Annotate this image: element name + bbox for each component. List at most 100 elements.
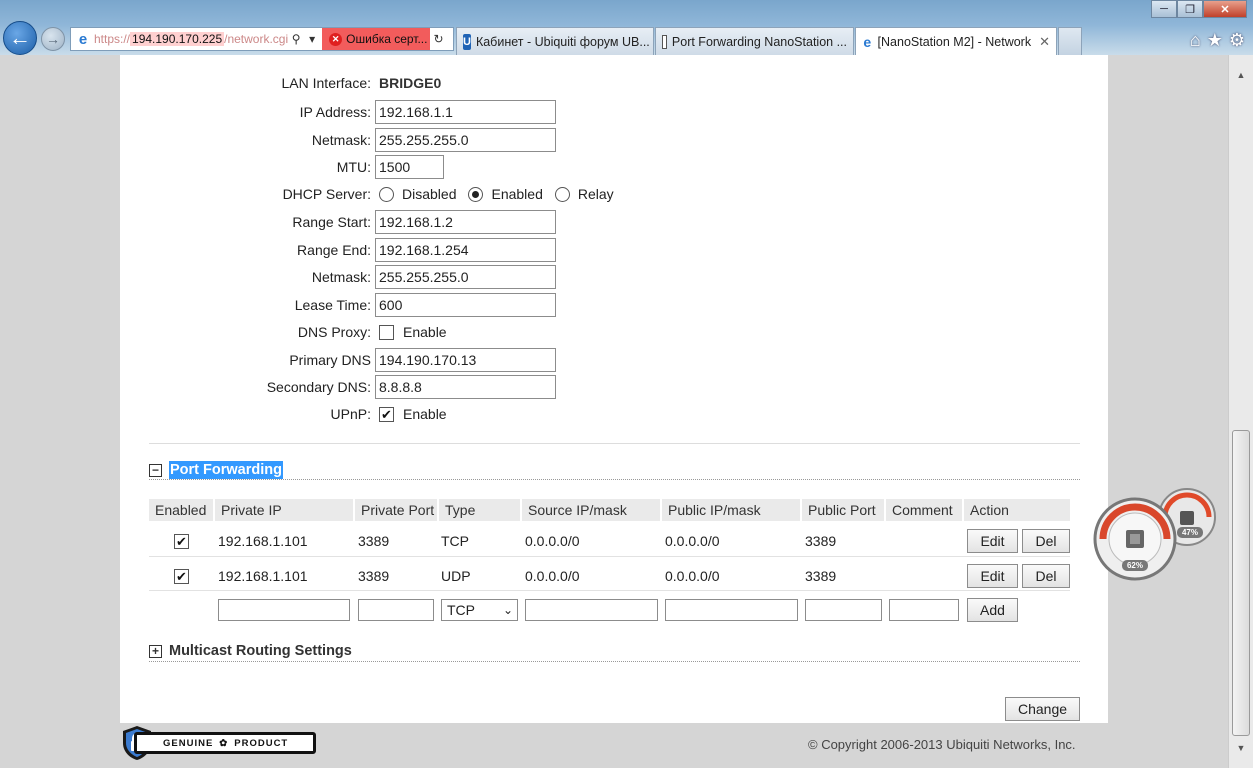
search-icon[interactable]: ⚲: [288, 32, 304, 46]
vertical-scrollbar[interactable]: ▲ ▼: [1228, 55, 1253, 768]
tab-nanostation-network[interactable]: e [NanoStation M2] - Network ✕: [855, 27, 1057, 55]
dhcp-enabled-label: Enabled: [491, 186, 543, 202]
scroll-up-icon[interactable]: ▲: [1233, 67, 1249, 83]
scroll-down-icon[interactable]: ▼: [1233, 740, 1249, 756]
dhcp-relay-radio[interactable]: [554, 186, 570, 202]
new-source-input[interactable]: [525, 599, 658, 621]
netmask-input[interactable]: 255.255.255.0: [375, 128, 556, 152]
table-cell-public-port: 3389: [805, 533, 837, 549]
range-end-input[interactable]: 192.168.1.254: [375, 238, 556, 262]
mtu-input[interactable]: 1500: [375, 155, 444, 179]
checkmark-icon: ✔: [176, 568, 187, 584]
table-cell-private-port: 3389: [358, 533, 390, 549]
row-divider: [149, 590, 1070, 591]
collapse-icon[interactable]: −: [149, 463, 162, 477]
primary-dns-row: Primary DNS 194.190.170.13: [120, 348, 556, 372]
section-divider: [149, 479, 1080, 480]
back-button[interactable]: ←: [3, 21, 37, 55]
address-bar[interactable]: e https:// 194.190.170.225 /network.cgi …: [70, 27, 454, 51]
ip-address-row: IP Address: 192.168.1.1: [120, 100, 556, 124]
column-header-private-port: Private Port: [355, 499, 437, 521]
new-comment-input[interactable]: [889, 599, 959, 621]
range-start-input[interactable]: 192.168.1.2: [375, 210, 556, 234]
dhcp-netmask-input[interactable]: 255.255.255.0: [375, 265, 556, 289]
ip-address-input[interactable]: 192.168.1.1: [375, 100, 556, 124]
section-divider: [149, 661, 1080, 662]
page-icon: [662, 34, 667, 49]
row-enabled-checkbox[interactable]: ✔: [174, 533, 189, 549]
range-end-row: Range End: 192.168.1.254: [120, 238, 556, 262]
edit-button[interactable]: Edit: [967, 564, 1018, 588]
secondary-dns-row: Secondary DNS: 8.8.8.8: [120, 375, 556, 399]
table-cell-private-ip: 192.168.1.101: [218, 533, 308, 549]
refresh-icon[interactable]: ↻: [430, 32, 446, 46]
edit-button[interactable]: Edit: [967, 529, 1018, 553]
change-button[interactable]: Change: [1005, 697, 1080, 721]
url-host: 194.190.170.225: [130, 32, 225, 46]
lease-time-input[interactable]: 600: [375, 293, 556, 317]
column-header-type: Type: [439, 499, 520, 521]
dhcp-disabled-label: Disabled: [402, 186, 457, 202]
ram-percentage: 47%: [1181, 528, 1198, 537]
new-public-port-input[interactable]: [805, 599, 882, 621]
close-window-button[interactable]: ✕: [1203, 0, 1247, 18]
dhcp-server-row: DHCP Server: Disabled Enabled Relay: [120, 182, 622, 206]
ubiquiti-logo-icon: ✿: [219, 737, 229, 749]
new-private-ip-input[interactable]: [218, 599, 350, 621]
delete-button[interactable]: Del: [1022, 529, 1070, 553]
maximize-button[interactable]: ❐: [1177, 0, 1203, 18]
delete-button[interactable]: Del: [1022, 564, 1070, 588]
dns-proxy-checkbox[interactable]: [379, 324, 394, 340]
certificate-error[interactable]: ✕ Ошибка серт...: [322, 28, 431, 50]
toolbar-icons: ⌂ ★ ⚙: [1190, 30, 1245, 51]
checkmark-icon: ✔: [381, 406, 392, 422]
multicast-header[interactable]: + Multicast Routing Settings: [149, 643, 352, 659]
secondary-dns-input[interactable]: 8.8.8.8: [375, 375, 556, 399]
forward-button[interactable]: →: [41, 27, 65, 51]
table-cell-private-ip: 192.168.1.101: [218, 568, 308, 584]
ie-icon: e: [863, 33, 872, 50]
netmask-label: Netmask:: [311, 132, 371, 148]
new-tab-button[interactable]: [1058, 27, 1082, 55]
section-divider: [149, 443, 1080, 444]
gear-icon[interactable]: ⚙: [1229, 30, 1245, 51]
dropdown-icon[interactable]: ▾: [304, 32, 320, 46]
lan-interface-row: LAN Interface: BRIDGE0: [120, 71, 442, 95]
range-end-label: Range End:: [297, 242, 371, 258]
table-cell-type: UDP: [441, 568, 471, 584]
scrollbar-thumb[interactable]: [1232, 430, 1250, 736]
tab-port-forwarding[interactable]: Port Forwarding NanoStation ...: [655, 27, 854, 55]
minimize-button[interactable]: ─: [1151, 0, 1177, 18]
certificate-error-label: Ошибка серт...: [346, 32, 428, 46]
ie-icon: e: [78, 30, 88, 48]
favorites-star-icon[interactable]: ★: [1207, 30, 1223, 51]
dhcp-disabled-radio[interactable]: [379, 186, 394, 202]
table-row-2-enabled: ✔: [174, 566, 189, 586]
mtu-label: MTU:: [336, 159, 371, 175]
dns-proxy-option-label: Enable: [403, 324, 447, 340]
lan-interface-value: BRIDGE0: [379, 75, 442, 91]
home-icon[interactable]: ⌂: [1190, 30, 1201, 51]
restore-icon: ❐: [1185, 3, 1195, 16]
upnp-checkbox[interactable]: ✔: [379, 406, 394, 422]
expand-icon[interactable]: +: [149, 644, 162, 658]
dhcp-netmask-label: Netmask:: [311, 269, 371, 285]
lease-time-label: Lease Time:: [294, 297, 371, 313]
primary-dns-input[interactable]: 194.190.170.13: [375, 348, 556, 372]
new-private-port-input[interactable]: [358, 599, 434, 621]
add-button[interactable]: Add: [967, 598, 1018, 622]
new-public-input[interactable]: [665, 599, 798, 621]
new-type-select[interactable]: TCP ⌄: [441, 599, 518, 621]
dhcp-relay-label: Relay: [577, 186, 614, 202]
close-tab-icon[interactable]: ✕: [1039, 34, 1050, 50]
row-enabled-checkbox[interactable]: ✔: [174, 568, 189, 584]
cpu-meter-gadget[interactable]: [1093, 487, 1223, 583]
new-type-value: TCP: [447, 602, 475, 618]
dhcp-enabled-radio[interactable]: [468, 186, 484, 202]
tab-ubiquiti-forum[interactable]: U Кабинет - Ubiquiti форум UB...: [456, 27, 654, 55]
port-forwarding-header[interactable]: − Port Forwarding: [149, 461, 283, 479]
table-cell-public: 0.0.0.0/0: [665, 533, 720, 549]
dhcp-server-label: DHCP Server:: [282, 186, 371, 202]
multicast-title: Multicast Routing Settings: [169, 643, 352, 659]
netmask-row: Netmask: 255.255.255.0: [120, 128, 556, 152]
